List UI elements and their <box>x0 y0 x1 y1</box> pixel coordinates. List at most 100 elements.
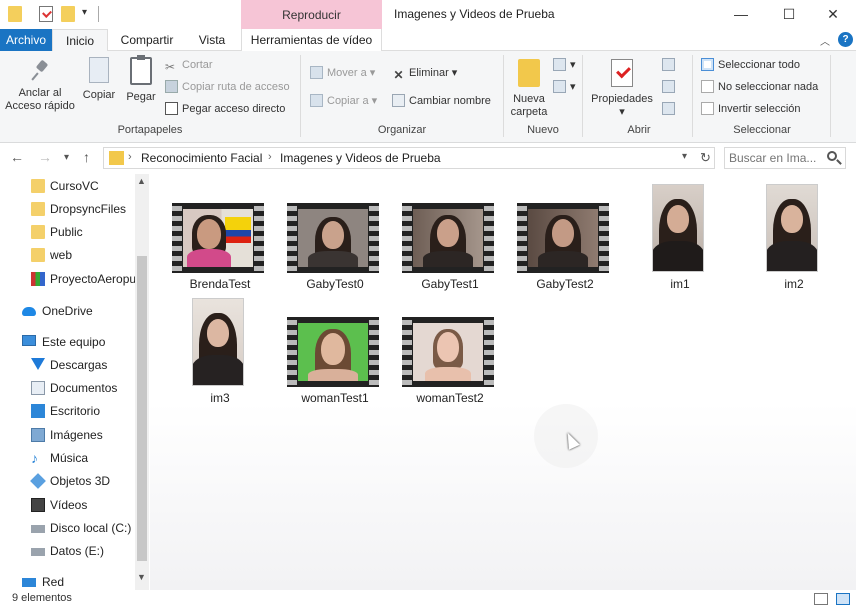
select-none-button[interactable]: No seleccionar nada <box>701 79 818 95</box>
scroll-thumb[interactable] <box>137 256 147 561</box>
nav-item-label: Música <box>50 451 89 465</box>
properties-button[interactable]: Propiedades ▾ <box>588 59 656 119</box>
file-list-pane[interactable]: BrendaTest GabyTest0 GabyTest1 GabyTest2… <box>150 173 856 590</box>
invert-selection-button[interactable]: Invertir selección <box>701 101 801 117</box>
search-icon[interactable] <box>827 151 837 161</box>
edit-button[interactable] <box>662 79 679 95</box>
folder-icon <box>31 202 45 216</box>
tab-compartir[interactable]: Compartir <box>108 29 186 51</box>
paste-shortcut-button[interactable]: Pegar acceso directo <box>165 101 285 117</box>
delete-button[interactable]: ✕ Eliminar ▾ <box>392 65 457 82</box>
new-folder-quick-access-icon[interactable] <box>61 6 75 22</box>
path-icon <box>165 80 178 93</box>
file-name: womanTest1 <box>301 391 369 405</box>
recent-locations-chevron-icon[interactable]: ▾ <box>64 152 69 163</box>
folder-icon <box>31 179 45 193</box>
rename-button[interactable]: Cambiar nombre <box>392 93 491 109</box>
nav-item-label: Escritorio <box>50 404 101 418</box>
cut-button[interactable]: ✂ Cortar <box>165 57 213 74</box>
open-button[interactable] <box>662 57 679 73</box>
move-to-button[interactable]: Mover a ▾ <box>310 65 375 81</box>
rename-label: Cambiar nombre <box>409 95 491 107</box>
film-perforation <box>484 317 494 387</box>
image-icon <box>31 428 45 442</box>
scroll-down-arrow-icon[interactable]: ▼ <box>137 572 146 582</box>
file-item-image[interactable]: im2 <box>746 184 842 294</box>
film-perforation <box>402 203 412 273</box>
nav-item-label: Objetos 3D <box>50 474 111 488</box>
new-folder-label-line1: Nueva <box>513 93 545 105</box>
copy-to-icon <box>310 94 323 107</box>
maximize-button[interactable]: ☐ <box>766 0 812 29</box>
tab-inicio[interactable]: Inicio <box>52 29 108 51</box>
file-name: GabyTest2 <box>536 277 594 291</box>
back-arrow-icon[interactable]: ← <box>10 149 24 165</box>
body-shape <box>425 367 471 381</box>
up-arrow-icon[interactable]: ↑ <box>83 149 90 165</box>
search-box <box>724 147 846 169</box>
network-icon <box>22 578 36 587</box>
file-item-video[interactable]: womanTest2 <box>402 317 498 407</box>
copy-button[interactable]: Copiar <box>80 57 118 102</box>
forward-arrow-icon[interactable]: → <box>38 149 52 165</box>
paste-button[interactable]: Pegar <box>122 55 160 104</box>
file-item-image[interactable]: im1 <box>632 184 728 294</box>
body-shape <box>187 249 231 267</box>
easy-access-button[interactable]: ▾ <box>553 79 576 95</box>
select-all-button[interactable]: Seleccionar todo <box>701 57 800 73</box>
file-item-image[interactable]: im3 <box>172 298 268 408</box>
navigation-pane: CursoVC DropsyncFiles Public web Proyect… <box>0 173 150 590</box>
breadcrumb-item[interactable]: Imagenes y Videos de Prueba <box>280 151 441 165</box>
divider <box>98 6 99 22</box>
film-perforation <box>369 203 379 273</box>
copy-to-button[interactable]: Copiar a ▾ <box>310 93 377 109</box>
divider <box>582 55 583 137</box>
nav-item-label: ProyectoAeropu <box>50 272 137 286</box>
computer-icon <box>22 335 36 346</box>
nav-scrollbar[interactable]: ▲ ▼ <box>135 174 149 590</box>
breadcrumb-item[interactable]: Reconocimiento Facial <box>141 151 262 165</box>
drive-icon <box>31 548 45 556</box>
address-history-chevron-icon[interactable]: ▾ <box>682 151 687 162</box>
collapse-ribbon-chevron-icon[interactable]: ︿ <box>820 33 830 48</box>
group-label-seleccionar: Seleccionar <box>733 124 791 136</box>
new-item-button[interactable]: ▾ <box>553 57 576 73</box>
face-shape <box>552 219 574 247</box>
tab-herramientas-de-video[interactable]: Herramientas de vídeo <box>241 29 382 51</box>
file-item-video[interactable]: GabyTest0 <box>287 203 383 293</box>
tab-vista[interactable]: Vista <box>186 29 238 51</box>
scroll-up-arrow-icon[interactable]: ▲ <box>137 176 146 186</box>
clipboard-icon <box>130 55 152 85</box>
search-input[interactable] <box>729 150 823 166</box>
film-perforation <box>369 317 379 387</box>
file-item-video[interactable]: GabyTest2 <box>517 203 613 293</box>
file-item-video[interactable]: BrendaTest <box>172 203 268 293</box>
details-view-icon[interactable] <box>814 593 828 605</box>
help-icon[interactable]: ? <box>838 32 853 47</box>
new-folder-button[interactable]: Nueva carpeta <box>508 59 550 119</box>
tab-archivo[interactable]: Archivo <box>0 29 52 51</box>
invert-selection-label: Invertir selección <box>718 103 801 115</box>
refresh-icon[interactable]: ↻ <box>700 150 711 166</box>
context-tab-header: Reproducir <box>241 0 382 29</box>
cloud-icon <box>22 307 36 316</box>
file-item-video[interactable]: GabyTest1 <box>402 203 498 293</box>
scissors-icon: ✂ <box>165 60 176 74</box>
close-button[interactable]: ✕ <box>810 0 856 29</box>
film-perforation <box>402 317 412 387</box>
copy-path-button[interactable]: Copiar ruta de acceso <box>165 79 290 95</box>
pin-quick-access-button[interactable]: Anclar al Acceso rápido <box>4 59 76 113</box>
customize-quick-access-chevron-icon[interactable]: ▾ <box>82 7 87 18</box>
body-shape <box>308 369 358 381</box>
history-button[interactable] <box>662 101 679 117</box>
breadcrumb-separator-icon: › <box>268 151 272 163</box>
address-bar[interactable]: › Reconocimiento Facial › Imagenes y Vid… <box>103 147 715 169</box>
rename-icon <box>392 94 405 107</box>
properties-quick-access-icon[interactable] <box>39 6 53 22</box>
file-item-video[interactable]: womanTest1 <box>287 317 383 407</box>
minimize-button[interactable]: — <box>718 0 764 29</box>
large-icons-view-icon[interactable] <box>836 593 850 605</box>
download-icon <box>31 358 45 370</box>
video-frame <box>528 209 598 267</box>
face-shape <box>437 219 459 247</box>
